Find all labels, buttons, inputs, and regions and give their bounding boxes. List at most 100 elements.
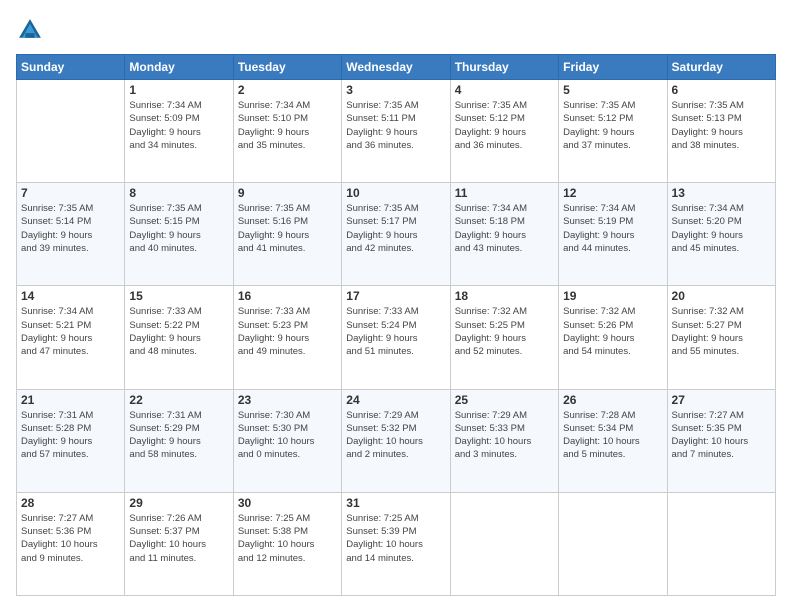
calendar-day-cell: 1 Sunrise: 7:34 AM Sunset: 5:09 PM Daylig… [125, 80, 233, 183]
day-info: Sunrise: 7:34 AM Sunset: 5:19 PM Dayligh… [563, 202, 662, 255]
day-number: 28 [21, 496, 120, 510]
calendar-day-cell [17, 80, 125, 183]
calendar-day-cell: 7 Sunrise: 7:35 AM Sunset: 5:14 PM Daylig… [17, 183, 125, 286]
calendar-week-row: 21 Sunrise: 7:31 AM Sunset: 5:28 PM Dayli… [17, 389, 776, 492]
calendar-week-row: 1 Sunrise: 7:34 AM Sunset: 5:09 PM Daylig… [17, 80, 776, 183]
day-number: 30 [238, 496, 337, 510]
weekday-header-cell: Monday [125, 55, 233, 80]
day-info: Sunrise: 7:35 AM Sunset: 5:12 PM Dayligh… [455, 99, 554, 152]
day-number: 8 [129, 186, 228, 200]
calendar-day-cell: 14 Sunrise: 7:34 AM Sunset: 5:21 PM Dayli… [17, 286, 125, 389]
calendar-week-row: 28 Sunrise: 7:27 AM Sunset: 5:36 PM Dayli… [17, 492, 776, 595]
calendar-day-cell: 21 Sunrise: 7:31 AM Sunset: 5:28 PM Dayli… [17, 389, 125, 492]
calendar-day-cell: 11 Sunrise: 7:34 AM Sunset: 5:18 PM Dayli… [450, 183, 558, 286]
day-info: Sunrise: 7:32 AM Sunset: 5:26 PM Dayligh… [563, 305, 662, 358]
day-number: 29 [129, 496, 228, 510]
calendar-day-cell: 8 Sunrise: 7:35 AM Sunset: 5:15 PM Daylig… [125, 183, 233, 286]
day-number: 12 [563, 186, 662, 200]
day-info: Sunrise: 7:34 AM Sunset: 5:10 PM Dayligh… [238, 99, 337, 152]
calendar-day-cell: 30Sunrise: 7:25 AM Sunset: 5:38 PM Dayli… [233, 492, 341, 595]
day-info: Sunrise: 7:28 AM Sunset: 5:34 PM Dayligh… [563, 409, 662, 462]
day-info: Sunrise: 7:27 AM Sunset: 5:36 PM Dayligh… [21, 512, 120, 565]
calendar-day-cell [559, 492, 667, 595]
day-number: 4 [455, 83, 554, 97]
weekday-header-row: SundayMondayTuesdayWednesdayThursdayFrid… [17, 55, 776, 80]
calendar-day-cell: 6 Sunrise: 7:35 AM Sunset: 5:13 PM Daylig… [667, 80, 775, 183]
day-number: 14 [21, 289, 120, 303]
day-info: Sunrise: 7:31 AM Sunset: 5:28 PM Dayligh… [21, 409, 120, 462]
calendar-day-cell: 19 Sunrise: 7:32 AM Sunset: 5:26 PM Dayli… [559, 286, 667, 389]
day-number: 15 [129, 289, 228, 303]
calendar-day-cell: 26Sunrise: 7:28 AM Sunset: 5:34 PM Dayli… [559, 389, 667, 492]
day-number: 9 [238, 186, 337, 200]
day-number: 2 [238, 83, 337, 97]
day-info: Sunrise: 7:34 AM Sunset: 5:18 PM Dayligh… [455, 202, 554, 255]
weekday-header-cell: Tuesday [233, 55, 341, 80]
day-info: Sunrise: 7:30 AM Sunset: 5:30 PM Dayligh… [238, 409, 337, 462]
day-number: 27 [672, 393, 771, 407]
day-number: 11 [455, 186, 554, 200]
calendar-day-cell: 28 Sunrise: 7:27 AM Sunset: 5:36 PM Dayli… [17, 492, 125, 595]
day-number: 31 [346, 496, 445, 510]
calendar-day-cell: 3Sunrise: 7:35 AM Sunset: 5:11 PM Daylig… [342, 80, 450, 183]
calendar-day-cell: 18 Sunrise: 7:32 AM Sunset: 5:25 PM Dayli… [450, 286, 558, 389]
day-number: 18 [455, 289, 554, 303]
calendar-day-cell: 4 Sunrise: 7:35 AM Sunset: 5:12 PM Daylig… [450, 80, 558, 183]
calendar-body: 1 Sunrise: 7:34 AM Sunset: 5:09 PM Daylig… [17, 80, 776, 596]
day-number: 3 [346, 83, 445, 97]
weekday-header-cell: Wednesday [342, 55, 450, 80]
day-info: Sunrise: 7:33 AM Sunset: 5:24 PM Dayligh… [346, 305, 445, 358]
calendar-day-cell: 5 Sunrise: 7:35 AM Sunset: 5:12 PM Daylig… [559, 80, 667, 183]
day-number: 21 [21, 393, 120, 407]
day-info: Sunrise: 7:34 AM Sunset: 5:21 PM Dayligh… [21, 305, 120, 358]
calendar-day-cell: 17 Sunrise: 7:33 AM Sunset: 5:24 PM Dayli… [342, 286, 450, 389]
day-info: Sunrise: 7:35 AM Sunset: 5:15 PM Dayligh… [129, 202, 228, 255]
day-number: 13 [672, 186, 771, 200]
day-info: Sunrise: 7:35 AM Sunset: 5:17 PM Dayligh… [346, 202, 445, 255]
calendar-day-cell: 13Sunrise: 7:34 AM Sunset: 5:20 PM Dayli… [667, 183, 775, 286]
day-number: 1 [129, 83, 228, 97]
day-number: 5 [563, 83, 662, 97]
day-info: Sunrise: 7:35 AM Sunset: 5:14 PM Dayligh… [21, 202, 120, 255]
calendar-day-cell [667, 492, 775, 595]
day-number: 17 [346, 289, 445, 303]
calendar-day-cell: 24 Sunrise: 7:29 AM Sunset: 5:32 PM Dayli… [342, 389, 450, 492]
day-info: Sunrise: 7:31 AM Sunset: 5:29 PM Dayligh… [129, 409, 228, 462]
calendar-day-cell: 2 Sunrise: 7:34 AM Sunset: 5:10 PM Daylig… [233, 80, 341, 183]
day-number: 19 [563, 289, 662, 303]
calendar-day-cell: 15 Sunrise: 7:33 AM Sunset: 5:22 PM Dayli… [125, 286, 233, 389]
day-number: 24 [346, 393, 445, 407]
day-number: 6 [672, 83, 771, 97]
calendar-day-cell: 9 Sunrise: 7:35 AM Sunset: 5:16 PM Daylig… [233, 183, 341, 286]
calendar-day-cell: 23 Sunrise: 7:30 AM Sunset: 5:30 PM Dayli… [233, 389, 341, 492]
weekday-header-cell: Thursday [450, 55, 558, 80]
day-number: 16 [238, 289, 337, 303]
calendar-day-cell: 20Sunrise: 7:32 AM Sunset: 5:27 PM Dayli… [667, 286, 775, 389]
day-info: Sunrise: 7:27 AM Sunset: 5:35 PM Dayligh… [672, 409, 771, 462]
logo [16, 16, 48, 44]
calendar-table: SundayMondayTuesdayWednesdayThursdayFrid… [16, 54, 776, 596]
page: SundayMondayTuesdayWednesdayThursdayFrid… [0, 0, 792, 612]
day-number: 20 [672, 289, 771, 303]
day-number: 7 [21, 186, 120, 200]
day-info: Sunrise: 7:29 AM Sunset: 5:33 PM Dayligh… [455, 409, 554, 462]
day-number: 25 [455, 393, 554, 407]
day-number: 23 [238, 393, 337, 407]
day-info: Sunrise: 7:35 AM Sunset: 5:12 PM Dayligh… [563, 99, 662, 152]
weekday-header-cell: Sunday [17, 55, 125, 80]
day-info: Sunrise: 7:26 AM Sunset: 5:37 PM Dayligh… [129, 512, 228, 565]
day-info: Sunrise: 7:32 AM Sunset: 5:25 PM Dayligh… [455, 305, 554, 358]
calendar-day-cell: 16Sunrise: 7:33 AM Sunset: 5:23 PM Dayli… [233, 286, 341, 389]
day-info: Sunrise: 7:35 AM Sunset: 5:16 PM Dayligh… [238, 202, 337, 255]
calendar-day-cell: 25 Sunrise: 7:29 AM Sunset: 5:33 PM Dayli… [450, 389, 558, 492]
calendar-day-cell: 29 Sunrise: 7:26 AM Sunset: 5:37 PM Dayli… [125, 492, 233, 595]
day-number: 22 [129, 393, 228, 407]
weekday-header-cell: Saturday [667, 55, 775, 80]
calendar-day-cell: 27 Sunrise: 7:27 AM Sunset: 5:35 PM Dayli… [667, 389, 775, 492]
day-info: Sunrise: 7:34 AM Sunset: 5:09 PM Dayligh… [129, 99, 228, 152]
calendar-day-cell: 10Sunrise: 7:35 AM Sunset: 5:17 PM Dayli… [342, 183, 450, 286]
day-info: Sunrise: 7:29 AM Sunset: 5:32 PM Dayligh… [346, 409, 445, 462]
day-info: Sunrise: 7:33 AM Sunset: 5:22 PM Dayligh… [129, 305, 228, 358]
day-info: Sunrise: 7:35 AM Sunset: 5:13 PM Dayligh… [672, 99, 771, 152]
calendar-day-cell: 12 Sunrise: 7:34 AM Sunset: 5:19 PM Dayli… [559, 183, 667, 286]
